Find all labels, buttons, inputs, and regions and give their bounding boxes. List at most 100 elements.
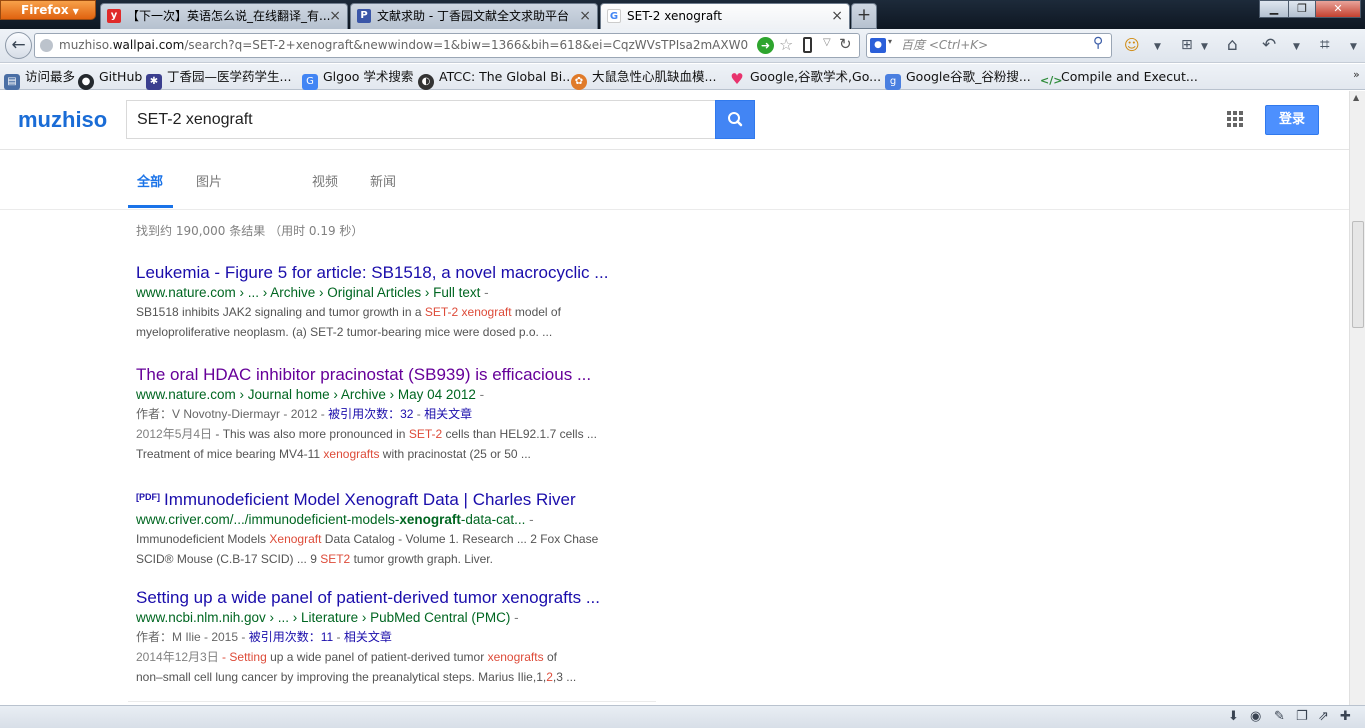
magnifier-icon[interactable]: ⚲ [1093, 35, 1103, 51]
bookmark-item[interactable]: </>Compile and Execut... [1040, 64, 1198, 89]
back-button[interactable]: ← [5, 32, 32, 59]
status-bar: ⬇ ◉ ✎ ❐ ⇗ ✚ [0, 705, 1365, 728]
maximize-button[interactable]: ❐ [1288, 0, 1316, 18]
bookmark-item[interactable]: ◐ ATCC: The Global Bi... [418, 64, 574, 90]
url-path: /search?q=SET-2+xenograft&newwindow=1&bi… [184, 38, 749, 52]
result-title-link[interactable]: The oral HDAC inhibitor pracinostat (SB9… [136, 365, 656, 385]
dropdown-arrow-icon[interactable]: ▼ [1154, 36, 1161, 58]
result-snippet: 2014年12月3日 - Setting up a wide panel of … [136, 647, 656, 667]
home-icon[interactable]: ⌂ [1227, 34, 1238, 56]
result-url[interactable]: www.ncbi.nlm.nih.gov › ... › Literature … [136, 608, 656, 627]
emoticon-icon[interactable]: ☺ [1124, 34, 1140, 56]
tools-icon[interactable]: ✎ [1274, 709, 1285, 724]
close-tab-icon[interactable]: × [329, 4, 341, 28]
author-year: 作者：V Novotny-Diermayr - 2012 - [136, 407, 329, 421]
result-url[interactable]: www.criver.com/.../immunodeficient-model… [136, 510, 656, 529]
related-articles-link[interactable]: 相关文章 [344, 630, 392, 644]
mask-icon[interactable]: ◉ [1250, 709, 1261, 724]
dropdown-arrow-icon[interactable]: ▼ [1350, 36, 1357, 58]
search-button[interactable] [715, 100, 755, 139]
search-input[interactable]: SET-2 xenograft [126, 100, 716, 139]
result-title-link[interactable]: Setting up a wide panel of patient-deriv… [136, 588, 656, 608]
search-icon [728, 112, 743, 127]
close-window-button[interactable]: ✕ [1315, 0, 1361, 18]
tab-youdao[interactable]: y 【下一次】英语怎么说_在线翻译_有... × [100, 3, 348, 29]
tab-label: SET-2 xenograft [627, 9, 722, 23]
result-url[interactable]: www.nature.com › ... › Archive › Origina… [136, 283, 656, 302]
bookmark-item[interactable]: ▤ 访问最多 [4, 64, 75, 90]
bookmark-star-icon[interactable]: ☆ [779, 35, 793, 54]
dxy-icon: ✱ [146, 74, 162, 90]
bookmarks-menu-icon[interactable]: ⊞ [1181, 34, 1193, 56]
url-bar[interactable]: muzhiso.wallpai.com/search?q=SET-2+xenog… [34, 33, 860, 58]
minimize-button[interactable]: ▁ [1259, 0, 1289, 18]
bookmark-item[interactable]: ✱ 丁香园—医学药学生... [146, 64, 291, 90]
site-logo[interactable]: muzhiso [18, 107, 107, 133]
baidu-paw-icon[interactable]: ● [870, 38, 886, 53]
bookmark-item[interactable]: ● GitHub [78, 64, 142, 90]
new-tab-button[interactable]: + [851, 3, 877, 29]
window-icon[interactable]: ❐ [1296, 709, 1308, 724]
tab-all[interactable]: 全部 [137, 171, 163, 190]
search-engine-box[interactable]: ● ▾ 百度 <Ctrl+K> ⚲ [866, 33, 1112, 58]
url-dropdown-icon[interactable]: - [525, 512, 534, 527]
result-url[interactable]: www.nature.com › Journal home › Archive … [136, 385, 656, 404]
result-snippet: SB1518 inhibits JAK2 signaling and tumor… [136, 302, 656, 322]
tab-videos[interactable]: 视频 [312, 171, 338, 190]
dropdown-arrow-icon[interactable]: ▼ [1201, 36, 1208, 58]
apps-grid-icon[interactable] [1227, 111, 1243, 127]
vertical-scrollbar[interactable]: ▲ [1349, 91, 1365, 705]
url-dropdown-icon[interactable]: - [510, 610, 519, 625]
undo-icon[interactable]: ↶ [1262, 34, 1276, 56]
go-arrow-icon[interactable]: ➜ [757, 37, 774, 54]
tab-images[interactable]: 图片 [196, 171, 222, 190]
login-button[interactable]: 登录 [1265, 105, 1319, 135]
scrollbar-thumb[interactable] [1352, 221, 1364, 328]
result-snippet: Immunodeficient Models Xenograft Data Ca… [136, 529, 656, 549]
result-stats: 找到约 190,000 条结果 （用时 0.19 秒） [136, 224, 364, 238]
bookmark-item[interactable]: G Glgoo 学术搜索 [302, 64, 413, 90]
tab-news[interactable]: 新闻 [370, 171, 396, 190]
download-icon[interactable]: ⬇ [1228, 709, 1239, 724]
bookmark-label: ATCC: The Global Bi... [439, 69, 575, 84]
cited-by-link[interactable]: 被引用次数：32 [328, 407, 413, 421]
scroll-up-icon[interactable]: ▲ [1353, 93, 1359, 102]
reload-icon[interactable]: ↻ [839, 35, 852, 53]
overflow-chevron-icon[interactable]: » [1353, 68, 1360, 81]
code-icon: </> [1040, 74, 1063, 87]
tab-search[interactable]: G SET-2 xenograft × [600, 3, 850, 29]
bookmark-item[interactable]: ✿ 大鼠急性心肌缺血模... [571, 64, 716, 90]
dropdown-arrow-icon: ▼ [72, 7, 79, 16]
mobile-icon[interactable] [803, 37, 812, 53]
tab-dxy[interactable]: P 文献求助 - 丁香园文献全文求助平台 × [350, 3, 598, 29]
url-text[interactable]: muzhiso.wallpai.com/search?q=SET-2+xenog… [59, 34, 749, 57]
snippet-highlight: Xenograft [269, 532, 322, 546]
url-prefix: muzhiso. [59, 38, 113, 52]
site-identity-icon[interactable] [40, 39, 53, 52]
meta-separator: - [413, 407, 425, 421]
cited-by-link[interactable]: 被引用次数：11 [249, 630, 333, 644]
dropdown-arrow-icon[interactable]: ▾ [888, 37, 892, 46]
crop-icon[interactable]: ⌗ [1320, 34, 1330, 56]
dropdown-arrow-icon[interactable]: ▼ [1293, 36, 1300, 58]
result-title-link[interactable]: [PDF] Immunodeficient Model Xenograft Dat… [136, 487, 656, 510]
pdf-badge: [PDF] [136, 492, 160, 502]
url-dropdown-icon[interactable]: - [480, 285, 489, 300]
close-tab-icon[interactable]: × [831, 4, 843, 28]
share-icon[interactable]: ⇗ [1318, 709, 1329, 724]
url-dropdown-icon[interactable]: - [476, 387, 485, 402]
result-meta: 作者：M Ilie - 2015 - 被引用次数：11 - 相关文章 [136, 627, 656, 647]
dropdown-arrow-icon[interactable]: ▽ [823, 37, 831, 48]
related-articles-link[interactable]: 相关文章 [424, 407, 472, 421]
snippet-separator: - [218, 650, 230, 664]
close-tab-icon[interactable]: × [579, 4, 591, 28]
snippet-text: non–small cell lung cancer by improving … [136, 670, 547, 684]
bookmark-item[interactable]: g Google谷歌_谷粉搜... [885, 64, 1031, 90]
result-title-text: Immunodeficient Model Xenograft Data | C… [164, 490, 576, 509]
bookmark-item[interactable]: ♥ Google,谷歌学术,Go... [729, 64, 881, 89]
firefox-menu-button[interactable]: Firefox ▼ [0, 0, 96, 20]
puzzle-icon[interactable]: ✚ [1340, 709, 1351, 724]
result-title-link[interactable]: Leukemia - Figure 5 for article: SB1518,… [136, 263, 656, 283]
atcc-icon: ◐ [418, 74, 434, 90]
heart-icon: ♥ [730, 70, 744, 88]
